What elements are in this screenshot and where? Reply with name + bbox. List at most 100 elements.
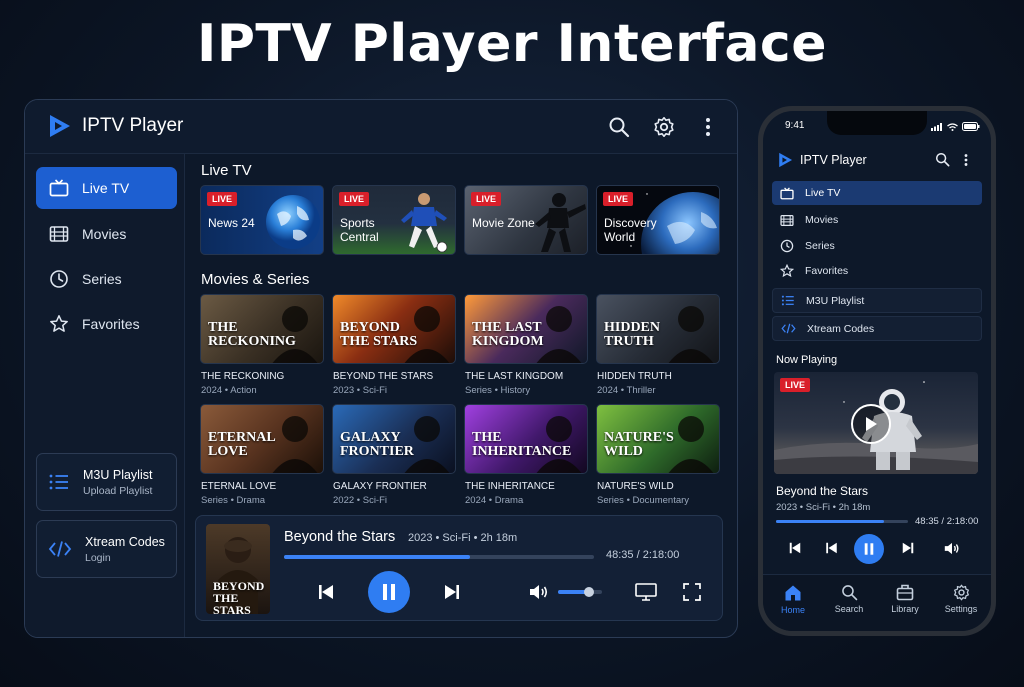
phone-now-playing-title: Beyond the Stars	[776, 484, 869, 498]
volume-icon[interactable]	[528, 580, 550, 604]
volume-icon[interactable]	[943, 540, 961, 556]
m3u-playlist-button[interactable]: M3U Playlist Upload Playlist	[36, 453, 177, 511]
tab-library[interactable]: Library	[878, 584, 932, 614]
movie-poster[interactable]: THE INHERITANCE	[464, 404, 588, 474]
app-header: IPTV Player	[25, 100, 737, 154]
poster-title: HIDDEN TRUTH	[604, 320, 661, 349]
poster-title: BEYOND THE STARS	[340, 320, 418, 349]
movie-meta: 2023 • Sci-Fi	[333, 385, 388, 396]
poster-title: THE RECKONING	[208, 320, 296, 349]
pause-icon	[382, 584, 396, 600]
poster-title: THE LAST KINGDOM	[472, 320, 544, 349]
signal-icon	[931, 122, 943, 131]
status-clock: 9:41	[785, 120, 805, 131]
playback-time: 48:35 / 2:18:00	[606, 549, 680, 561]
star-icon	[780, 264, 794, 278]
movie-poster[interactable]: THE LAST KINGDOM	[464, 294, 588, 364]
search-icon[interactable]	[935, 152, 950, 167]
hero-title: IPTV Player Interface	[196, 14, 828, 74]
app-brand[interactable]: IPTV Player	[45, 112, 183, 140]
movie-meta: 2022 • Sci-Fi	[333, 495, 388, 506]
sidebar-item-live-tv[interactable]: Live TV	[36, 167, 177, 209]
code-icon	[48, 539, 72, 559]
pause-button[interactable]	[368, 571, 410, 613]
phone-frame: 9:41 IPTV Player Live TV Movies Series F…	[758, 106, 996, 636]
movie-title: NATURE'S WILD	[597, 481, 674, 492]
more-vertical-icon[interactable]	[964, 153, 968, 167]
cast-screen-icon[interactable]	[634, 580, 658, 604]
phone-nav-label: Live TV	[805, 187, 841, 199]
tab-search[interactable]: Search	[822, 584, 876, 614]
skip-previous-icon[interactable]	[787, 540, 803, 556]
tab-label: Search	[834, 604, 864, 614]
pause-icon	[864, 543, 874, 555]
live-channel-card[interactable]: LIVE Sports Central	[332, 185, 456, 255]
tablet-app-window: IPTV Player Live TV Movies Series Favori…	[24, 99, 738, 638]
play-logo-icon	[776, 151, 794, 169]
phone-nav-series[interactable]: Series	[772, 234, 982, 258]
gear-icon[interactable]	[651, 114, 677, 140]
phone-notch	[827, 111, 927, 135]
phone-nav-label: Series	[805, 240, 835, 252]
skip-next-icon[interactable]	[900, 540, 916, 556]
movie-poster[interactable]: ETERNAL LOVE	[200, 404, 324, 474]
tab-label: Settings	[944, 604, 978, 614]
fullscreen-icon[interactable]	[680, 580, 704, 604]
phone-m3u-playlist[interactable]: M3U Playlist	[772, 288, 982, 313]
tab-label: Library	[891, 604, 919, 614]
play-button[interactable]	[851, 404, 891, 444]
skip-next-icon[interactable]	[442, 580, 462, 604]
phone-nav-live-tv[interactable]: Live TV	[772, 181, 982, 205]
movie-poster[interactable]: HIDDEN TRUTH	[596, 294, 720, 364]
movie-meta: 2024 • Thriller	[597, 385, 656, 396]
phone-nav-movies[interactable]: Movies	[772, 208, 982, 232]
live-channel-card[interactable]: LIVE News 24	[200, 185, 324, 255]
film-icon	[49, 225, 69, 243]
tab-home[interactable]: Home	[766, 584, 820, 615]
list-icon	[48, 472, 70, 492]
movie-poster[interactable]: GALAXY FRONTIER	[332, 404, 456, 474]
progress-bar[interactable]	[284, 555, 594, 559]
battery-icon	[962, 122, 980, 131]
more-vertical-icon[interactable]	[695, 114, 721, 140]
skip-previous-icon[interactable]	[316, 580, 336, 604]
source-subtitle: Login	[85, 551, 111, 564]
phone-pause-button[interactable]	[854, 534, 884, 564]
movie-title: THE INHERITANCE	[465, 481, 555, 492]
sidebar-item-label: Live TV	[82, 180, 130, 196]
star-icon	[49, 314, 69, 334]
phone-screen: 9:41 IPTV Player Live TV Movies Series F…	[763, 111, 991, 631]
channel-name: Sports Central	[340, 216, 379, 244]
live-channel-card[interactable]: LIVE Discovery World	[596, 185, 720, 255]
movie-poster[interactable]: BEYOND THE STARS	[332, 294, 456, 364]
video-player[interactable]: LIVE	[774, 372, 978, 474]
now-playing-label: Now Playing	[776, 354, 838, 366]
live-tv-section-title: Live TV	[201, 162, 252, 179]
phone-xtream-codes[interactable]: Xtream Codes	[772, 316, 982, 341]
play-icon	[864, 416, 878, 432]
gear-icon	[953, 584, 970, 601]
poster-title: BEYOND THE STARS	[213, 579, 265, 614]
phone-progress-bar[interactable]	[776, 520, 908, 523]
movie-title: BEYOND THE STARS	[333, 371, 434, 382]
live-channel-card[interactable]: LIVE Movie Zone	[464, 185, 588, 255]
app-title: IPTV Player	[82, 115, 184, 136]
movie-poster[interactable]: NATURE'S WILD	[596, 404, 720, 474]
movie-title: GALAXY FRONTIER	[333, 481, 427, 492]
search-icon[interactable]	[606, 114, 632, 140]
phone-brand[interactable]: IPTV Player	[776, 151, 867, 169]
now-playing-bar: BEYOND THE STARS Beyond the Stars 2023 • …	[195, 515, 723, 621]
list-icon	[781, 294, 795, 307]
sidebar-item-movies[interactable]: Movies	[36, 213, 177, 255]
movie-poster[interactable]: THE RECKONING	[200, 294, 324, 364]
phone-playback-time: 48:35 / 2:18:00	[915, 516, 979, 527]
phone-nav-favorites[interactable]: Favorites	[772, 259, 982, 283]
phone-app-title: IPTV Player	[800, 153, 867, 167]
xtream-codes-button[interactable]: Xtream Codes Login	[36, 520, 177, 578]
channel-name: News 24	[208, 216, 255, 230]
tab-settings[interactable]: Settings	[934, 584, 988, 614]
volume-slider[interactable]	[558, 587, 602, 597]
sidebar-item-favorites[interactable]: Favorites	[36, 303, 177, 345]
rewind-icon[interactable]	[823, 540, 839, 556]
sidebar-item-series[interactable]: Series	[36, 258, 177, 300]
